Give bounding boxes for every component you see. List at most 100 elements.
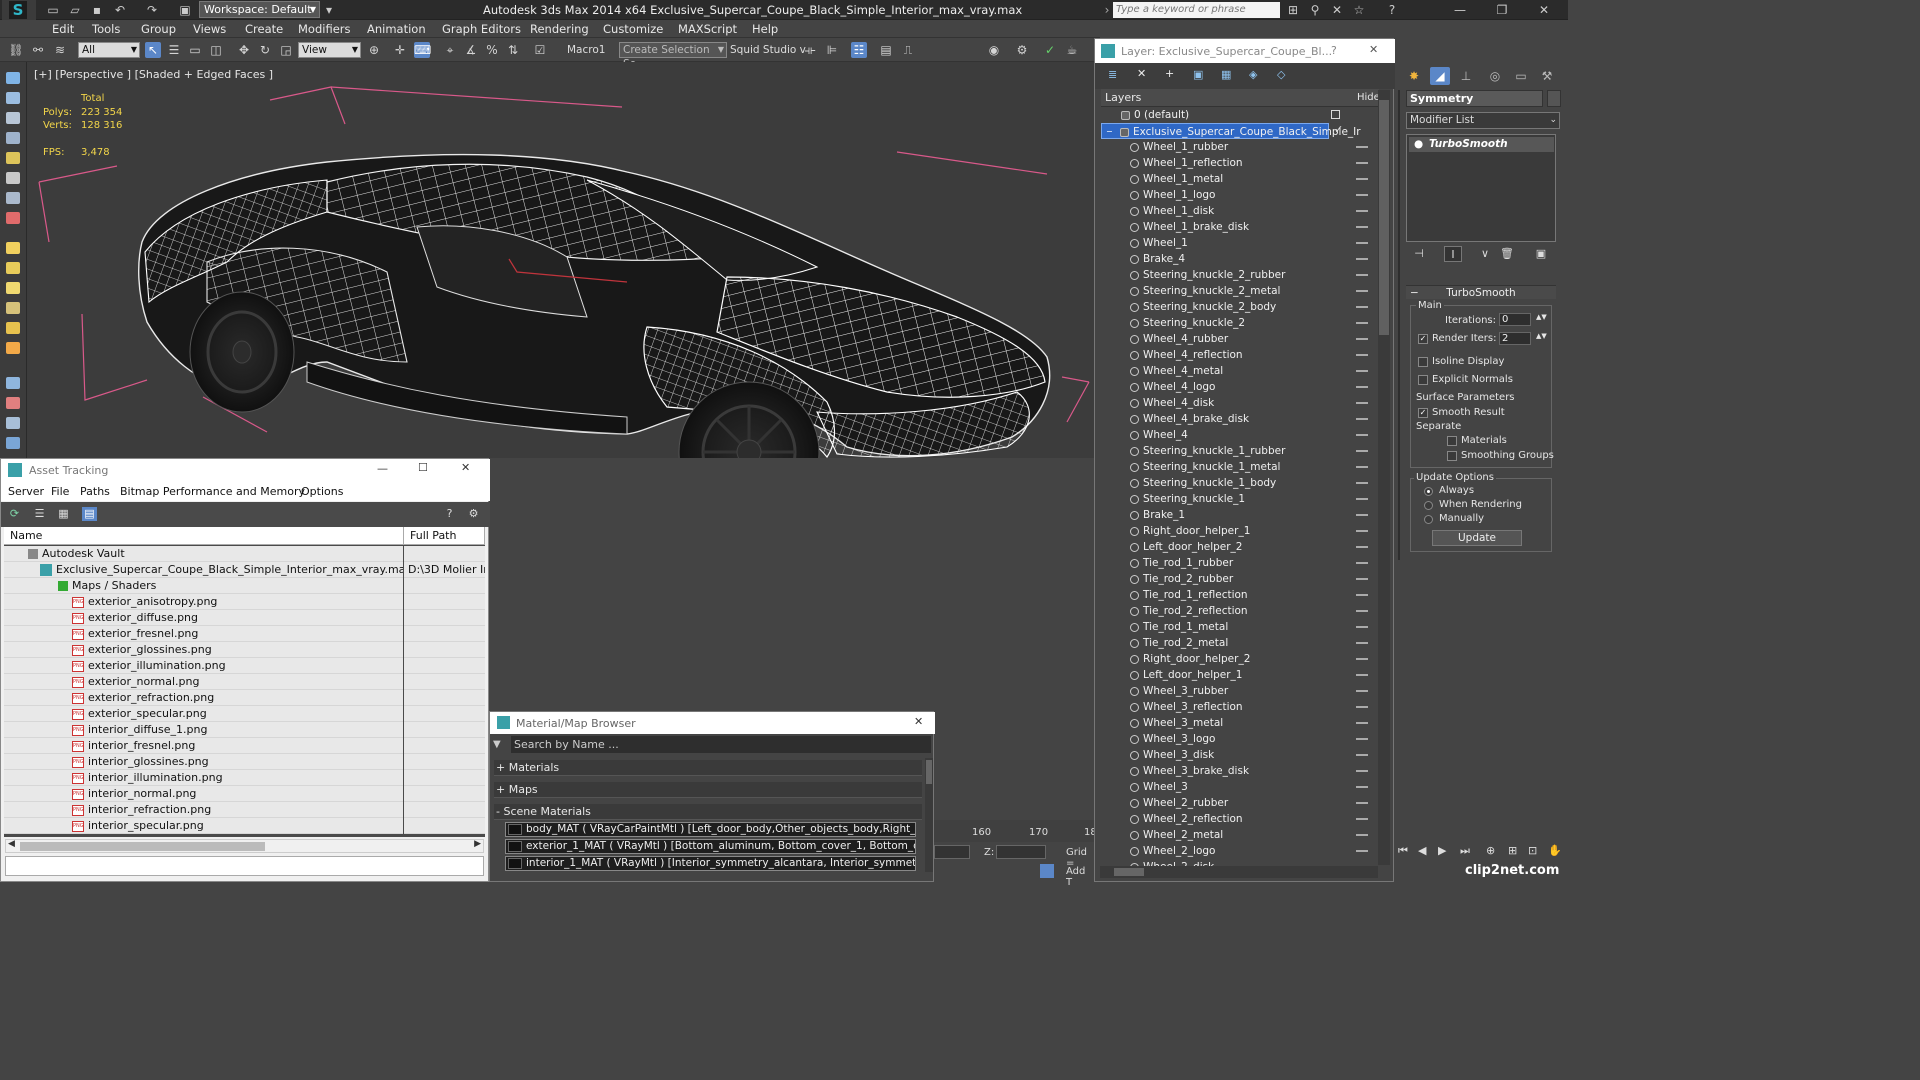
project-folder-icon[interactable]: ▣ [178, 3, 192, 17]
layer-object-row[interactable]: Tie_rod_1_reflection [1101, 587, 1379, 603]
layer-object-row[interactable]: Wheel_3_brake_disk [1101, 763, 1379, 779]
explicit-normals-checkbox[interactable] [1418, 375, 1428, 385]
layer-object-row[interactable]: Steering_knuckle_1_rubber [1101, 443, 1379, 459]
menu-graph-editors[interactable]: Graph Editors [442, 22, 521, 36]
menu-modifiers[interactable]: Modifiers [298, 22, 351, 36]
hide-toggle[interactable] [1356, 242, 1368, 244]
reference-coord-dropdown[interactable]: View ▼ [298, 42, 361, 58]
hide-toggle[interactable] [1356, 594, 1368, 596]
tool-7-icon[interactable] [6, 192, 20, 204]
perspective-viewport[interactable]: [+] [Perspective ] [Shaded + Edged Faces… [27, 62, 1094, 458]
render-iters-checkbox[interactable]: ✓ [1418, 334, 1428, 344]
table-row[interactable]: Autodesk Vault [4, 546, 485, 562]
delete-layer-icon[interactable]: ✕ [1137, 67, 1146, 80]
field-of-view-icon[interactable]: ⊡ [1528, 844, 1537, 857]
render-iters-spinner[interactable]: 2 [1499, 332, 1531, 345]
hide-toggle[interactable] [1356, 450, 1368, 452]
hide-toggle[interactable] [1356, 402, 1368, 404]
create-tab-icon[interactable]: ✸ [1404, 67, 1424, 85]
play-icon[interactable]: ▶ [1438, 844, 1446, 857]
settings-icon[interactable]: ⚙ [466, 507, 481, 521]
hide-toggle[interactable] [1356, 706, 1368, 708]
percent-snap-icon[interactable]: % [484, 42, 500, 58]
tool-11-icon[interactable] [6, 282, 20, 294]
layer-help-button[interactable]: ? [1331, 44, 1337, 57]
table-row[interactable]: PNG interior_fresnel.png [4, 738, 485, 754]
close-button[interactable]: ✕ [1529, 2, 1559, 18]
keyboard-shortcut-toggle-icon[interactable]: ⌨ [414, 42, 431, 58]
smooth-result-checkbox[interactable]: ✓ [1418, 408, 1428, 418]
layer-object-row[interactable]: Wheel_4 [1101, 427, 1379, 443]
tool-13-icon[interactable] [6, 322, 20, 334]
open-file-icon[interactable]: ▱ [68, 3, 82, 17]
workspace-dropdown[interactable]: Workspace: Default ▼ [199, 1, 320, 18]
table-row[interactable]: Exclusive_Supercar_Coupe_Black_Simple_In… [4, 562, 485, 578]
help-icon[interactable]: ? [442, 507, 457, 521]
squid-studio-label[interactable]: Squid Studio v [730, 44, 806, 56]
tool-3-icon[interactable] [6, 112, 20, 124]
hide-toggle[interactable] [1356, 162, 1368, 164]
layer-object-row[interactable]: Wheel_4_reflection [1101, 347, 1379, 363]
make-unique-icon[interactable]: ∨ [1476, 246, 1494, 262]
display-tab-icon[interactable]: ▭ [1511, 67, 1531, 85]
table-row[interactable]: PNG exterior_anisotropy.png [4, 594, 485, 610]
layer-hscroll-thumb[interactable] [1114, 868, 1144, 876]
scroll-left-icon[interactable]: ◀ [8, 839, 15, 849]
material-scrollbar[interactable] [925, 758, 933, 872]
remove-modifier-icon[interactable]: 🗑 [1498, 246, 1516, 262]
grid-view-icon[interactable]: ▤ [82, 507, 97, 521]
tool-16-icon[interactable] [6, 397, 20, 409]
select-manipulate-icon[interactable]: ✛ [392, 42, 408, 58]
layer-object-row[interactable]: Wheel_3_logo [1101, 731, 1379, 747]
layer-object-row[interactable]: Wheel_1 [1101, 235, 1379, 251]
motion-tab-icon[interactable]: ◎ [1485, 67, 1505, 85]
menu-tools[interactable]: Tools [92, 22, 120, 36]
asset-menu-bitmap[interactable]: Bitmap Performance and Memory [120, 485, 305, 498]
table-row[interactable]: PNG exterior_refraction.png [4, 690, 485, 706]
minimize-button[interactable]: — [1445, 2, 1475, 18]
rendered-frame-icon[interactable]: ✓ [1042, 42, 1058, 58]
render-production-icon[interactable]: ☕ [1064, 42, 1080, 58]
table-row[interactable]: PNG interior_illumination.png [4, 770, 485, 786]
hide-toggle[interactable] [1356, 194, 1368, 196]
manually-radio[interactable] [1424, 515, 1433, 524]
maps-section[interactable]: + Maps [494, 782, 922, 798]
rect-selection-icon[interactable]: ▭ [187, 42, 203, 58]
layer-explorer-icon[interactable]: ☷ [851, 42, 867, 58]
layer-row-active[interactable]: − Exclusive_Supercar_Coupe_Black_Simple_I… [1101, 123, 1361, 139]
scene-materials-section[interactable]: - Scene Materials [494, 804, 922, 820]
layer-object-row[interactable]: Wheel_4_metal [1101, 363, 1379, 379]
column-name-header[interactable]: Name [4, 527, 404, 545]
curve-editor-icon[interactable]: ⎍ [900, 42, 916, 58]
table-row[interactable]: PNG exterior_normal.png [4, 674, 485, 690]
time-slider-track[interactable]: 160 170 18 [934, 820, 1097, 842]
material-browser-close-button[interactable]: ✕ [914, 715, 923, 728]
tool-2-icon[interactable] [6, 92, 20, 104]
layer-object-row[interactable]: Steering_knuckle_1_metal [1101, 459, 1379, 475]
material-row[interactable]: body_MAT ( VRayCarPaintMtl ) [Left_door_… [505, 822, 916, 837]
named-selection-dropdown[interactable]: Create Selection Se▼ [619, 42, 727, 70]
hide-toggle[interactable] [1356, 306, 1368, 308]
hide-toggle[interactable] [1356, 146, 1368, 148]
layer-object-row[interactable]: Left_door_helper_2 [1101, 539, 1379, 555]
hide-toggle[interactable] [1356, 354, 1368, 356]
hide-toggle[interactable] [1356, 274, 1368, 276]
app-menu-button[interactable]: S [2, 0, 36, 20]
align-icon[interactable]: ⊫ [824, 42, 840, 58]
hide-toggle[interactable] [1356, 610, 1368, 612]
layer-object-row[interactable]: Left_door_helper_1 [1101, 667, 1379, 683]
layer-object-row[interactable]: Wheel_2_metal [1101, 827, 1379, 843]
quick-access-dropdown-icon[interactable]: ▾ [322, 3, 336, 17]
layer-object-row[interactable]: Tie_rod_2_rubber [1101, 571, 1379, 587]
scroll-right-icon[interactable]: ▶ [474, 839, 481, 849]
hide-toggle[interactable] [1356, 434, 1368, 436]
menu-help[interactable]: Help [752, 22, 778, 36]
save-file-icon[interactable]: ▪ [90, 3, 104, 17]
select-object-icon[interactable]: ↖ [145, 42, 161, 58]
communication-icon[interactable]: ✕ [1330, 3, 1344, 17]
active-layer-check-icon[interactable]: ✓ [1334, 123, 1343, 136]
layers-stack-icon[interactable]: ≣ [1108, 68, 1117, 81]
next-frame-icon[interactable]: ⏭ [1460, 844, 1470, 858]
lock-selection-icon[interactable] [1040, 864, 1054, 878]
hide-toggle[interactable] [1356, 802, 1368, 804]
